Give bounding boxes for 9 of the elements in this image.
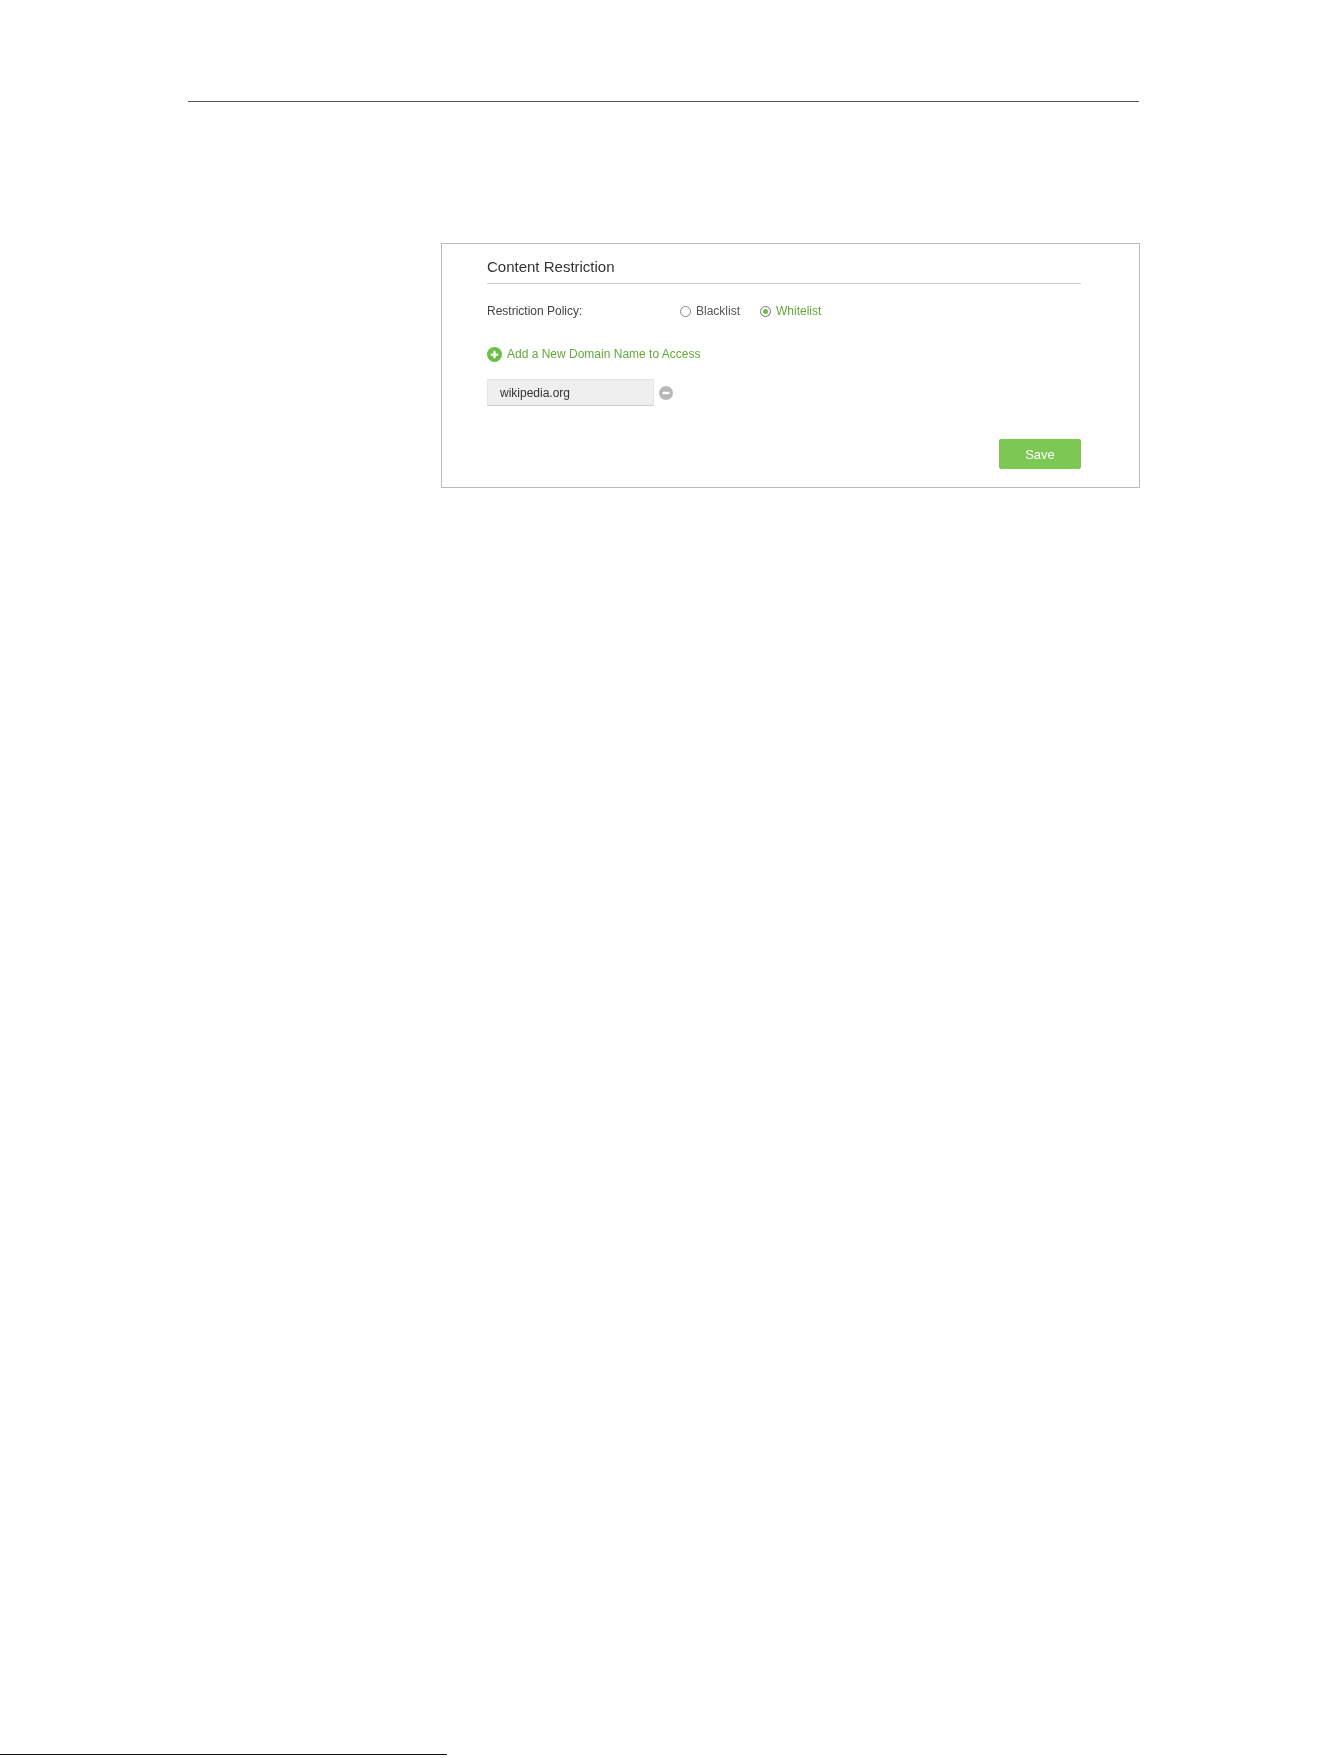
domain-input[interactable]: wikipedia.org bbox=[487, 379, 654, 406]
field-label: Restriction Policy: bbox=[487, 304, 584, 318]
radio-option[interactable]: Blacklist bbox=[680, 304, 740, 318]
section-title: Content Restriction bbox=[487, 257, 1081, 284]
radio-option[interactable]: Whitelist bbox=[760, 304, 822, 318]
add-domain-link[interactable]: Add a New Domain Name to Access bbox=[487, 346, 701, 362]
minus-circle-icon[interactable] bbox=[659, 385, 673, 400]
save-button[interactable]: Save bbox=[999, 439, 1081, 469]
plus-circle-icon bbox=[487, 346, 502, 362]
